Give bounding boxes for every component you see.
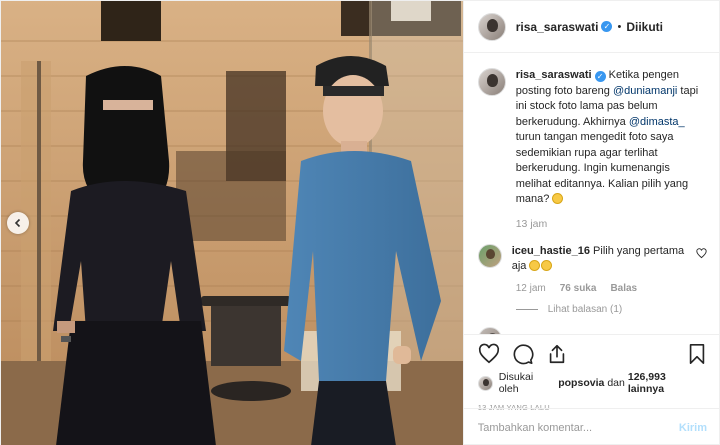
caption: risa_saraswati ✓ Ketika pengen posting fo…	[477, 68, 707, 208]
caption-time: 13 jam	[515, 217, 548, 230]
heart-icon[interactable]	[478, 343, 500, 365]
instagram-post: risa_saraswati ✓ • Diikuti risa_saraswat…	[0, 0, 720, 445]
caption-username[interactable]: risa_saraswati	[516, 69, 592, 81]
view-replies-label: Lihat balasan (1)	[547, 303, 623, 315]
comment-item	[477, 326, 707, 334]
author-username[interactable]: risa_saraswati	[516, 20, 599, 34]
previous-photo-button[interactable]	[7, 212, 29, 234]
comment-time: 12 jam	[515, 282, 546, 294]
post-comment-button[interactable]: Kirim	[679, 422, 707, 434]
likes-prefix: Disukai oleh	[498, 371, 534, 395]
post-header: risa_saraswati ✓ • Diikuti	[463, 1, 719, 53]
verified-icon: ✓	[601, 21, 613, 32]
mention-link[interactable]: @duniamanji	[613, 85, 677, 97]
comment-icon[interactable]	[512, 343, 534, 365]
likes-summary: Disukai oleh popsovia dan 126,993 lainny…	[477, 371, 707, 395]
reply-button[interactable]: Balas	[610, 283, 637, 294]
liker-username[interactable]: popsovia	[558, 377, 604, 389]
comments-section[interactable]: risa_saraswati ✓ Ketika pengen posting fo…	[464, 54, 719, 334]
view-replies-button[interactable]: Lihat balasan (1)	[515, 303, 707, 315]
action-icons	[478, 339, 707, 369]
author-avatar[interactable]	[477, 12, 506, 41]
share-icon[interactable]	[546, 343, 568, 365]
action-bar: Disukai oleh popsovia dan 126,993 lainny…	[463, 334, 719, 412]
comment-item: iceu_hastie_16 Pilih yang pertama aja	[477, 243, 707, 275]
liker-avatar[interactable]	[477, 375, 493, 391]
commenter-avatar[interactable]	[477, 326, 502, 334]
comment-meta: 12 jam 76 suka Balas	[516, 283, 707, 294]
separator-dot: •	[617, 20, 622, 33]
commenter-username[interactable]: iceu_hastie_16	[512, 245, 590, 257]
chevron-left-icon	[13, 218, 23, 228]
comment-text: iceu_hastie_16 Pilih yang pertama aja	[512, 244, 692, 275]
post-side-panel: risa_saraswati ✓ • Diikuti risa_saraswat…	[462, 1, 719, 445]
emoji-icon	[529, 260, 541, 271]
comment-likes[interactable]: 76 suka	[560, 283, 597, 294]
caption-avatar[interactable]	[477, 68, 506, 96]
heart-icon[interactable]	[696, 247, 707, 262]
follow-status-button[interactable]: Diikuti	[626, 20, 663, 34]
replies-divider	[515, 308, 538, 310]
emoji-icon	[552, 193, 564, 204]
commenter-avatar[interactable]	[477, 243, 502, 268]
emoji-icon	[541, 260, 553, 271]
mention-link[interactable]: @dimasta_	[629, 116, 685, 128]
likes-count[interactable]: 126,993 lainnya	[628, 371, 704, 395]
post-photo[interactable]	[1, 1, 463, 445]
photo-illustration	[1, 1, 463, 445]
verified-icon: ✓	[594, 71, 606, 83]
comment-input[interactable]	[477, 421, 679, 434]
comment-composer: Kirim	[463, 408, 719, 445]
bookmark-icon[interactable]	[687, 343, 707, 365]
caption-text-part: turun tangan mengedit foto saya sedemiki…	[515, 131, 689, 205]
likes-joiner: dan	[607, 377, 625, 389]
caption-text: risa_saraswati ✓ Ketika pengen posting fo…	[516, 68, 707, 208]
